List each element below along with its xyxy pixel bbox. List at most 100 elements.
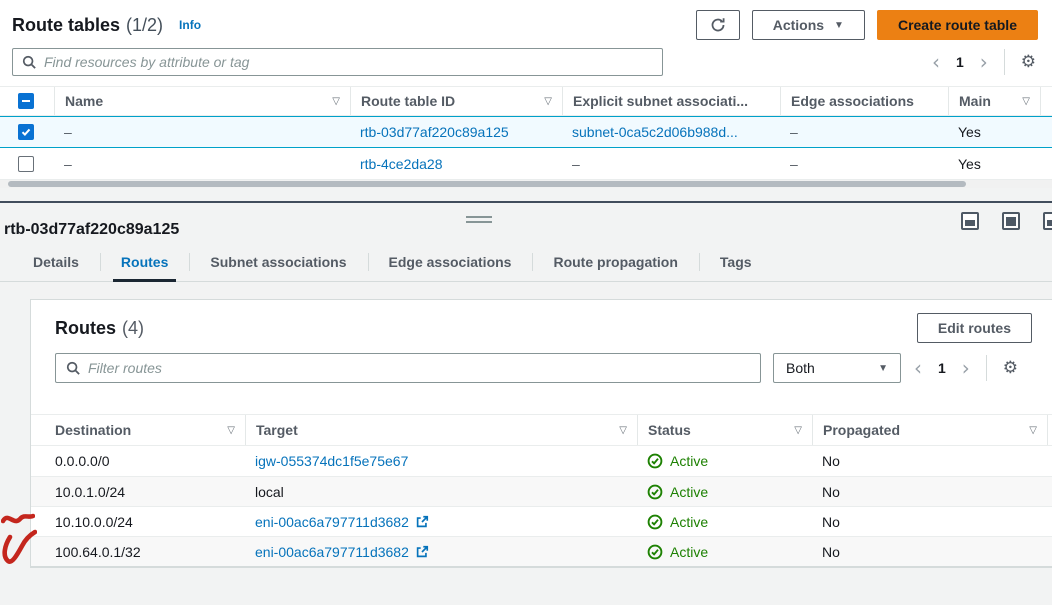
tab-routes[interactable]: Routes [100,245,189,281]
column-header-destination[interactable]: Destination ▽ [31,415,245,445]
edit-routes-button[interactable]: Edit routes [917,313,1032,343]
info-link[interactable]: Info [179,18,201,32]
refresh-button[interactable] [696,10,740,40]
routes-table: Destination ▽ Target ▽ Status ▽ Propagat… [31,414,1052,567]
cell-main: Yes [958,124,981,140]
route-row: 10.0.1.0/24 local Active No [31,476,1052,506]
full-panel-layout-icon[interactable] [1002,212,1020,230]
cell-name: – [64,156,72,172]
tab-route-propagation[interactable]: Route propagation [532,245,698,281]
column-header-target[interactable]: Target ▽ [245,415,637,445]
routes-card: Routes (4) Edit routes Both ▼ ‹ [30,299,1052,568]
external-link-icon[interactable] [415,515,429,529]
route-scope-select[interactable]: Both ▼ [773,353,901,383]
cell-target: local [255,484,284,500]
route-scope-value: Both [786,360,815,376]
cell-explicit: – [572,156,580,172]
panel-layout-switcher [961,212,1052,230]
sort-icon[interactable]: ▽ [326,96,340,107]
create-button-label: Create route table [898,17,1017,33]
status-active-icon [647,453,663,469]
cell-destination: 0.0.0.0/0 [55,453,110,469]
sort-icon[interactable]: ▽ [1016,96,1030,107]
side-panel-layout-icon[interactable] [1043,212,1052,230]
tab-subnet-associations[interactable]: Subnet associations [189,245,367,281]
cell-propagated: No [822,453,840,469]
route-row: 0.0.0.0/0 igw-055374dc1f5e75e67 Active N… [31,446,1052,476]
routes-card-title: Routes [55,318,116,339]
sort-icon[interactable]: ▽ [1023,425,1037,436]
status-text: Active [670,514,708,530]
actions-button[interactable]: Actions ▼ [752,10,865,40]
gear-icon[interactable]: ⚙ [1021,52,1036,72]
column-header-name[interactable]: Name ▽ [54,87,350,115]
chevron-down-icon: ▼ [834,20,844,31]
table-row[interactable]: – rtb-4ce2da28 – – Yes [0,148,1052,180]
routes-count: (4) [122,318,144,339]
create-route-table-button[interactable]: Create route table [877,10,1038,40]
row-checkbox-checked[interactable] [18,124,34,140]
list-table-header: Name ▽ Route table ID ▽ Explicit subnet … [0,86,1052,116]
route-table-id-link[interactable]: rtb-4ce2da28 [360,156,443,172]
subnet-association-link[interactable]: subnet-0ca5c2d06b988d... [572,124,738,140]
previous-page-icon[interactable]: ‹ [932,52,940,72]
column-header-main[interactable]: Main ▽ [948,87,1040,115]
panel-gap [0,188,1052,201]
column-label: Route table ID [361,93,455,109]
target-link[interactable]: eni-00ac6a797711d3682 [255,514,409,530]
status-text: Active [670,453,708,469]
column-header-explicit-subnet[interactable]: Explicit subnet associati... [562,87,780,115]
bottom-panel-layout-icon[interactable] [961,212,979,230]
filter-routes-input[interactable] [88,360,750,376]
tab-tags[interactable]: Tags [699,245,773,281]
route-table-id-link[interactable]: rtb-03d77af220c89a125 [360,124,509,140]
route-row: 100.64.0.1/32 eni-00ac6a797711d3682 [31,536,1052,566]
next-page-icon[interactable]: › [962,358,970,378]
sort-icon[interactable]: ▽ [788,425,802,436]
column-header-status[interactable]: Status ▽ [637,415,812,445]
cell-destination: 10.0.1.0/24 [55,484,125,500]
gear-icon[interactable]: ⚙ [1003,358,1018,378]
split-panel-drag-handle[interactable] [466,216,492,226]
target-link[interactable]: igw-055374dc1f5e75e67 [255,453,408,469]
routes-pagination: ‹ 1 › ⚙ [914,355,1032,381]
previous-page-icon[interactable]: ‹ [914,358,922,378]
select-all-checkbox[interactable] [18,93,34,109]
divider [986,355,987,381]
sort-icon[interactable]: ▽ [613,425,627,436]
current-page[interactable]: 1 [938,360,946,376]
detail-tabs: Details Routes Subnet associations Edge … [0,245,1052,282]
horizontal-scrollbar [0,180,1052,188]
cell-destination: 100.64.0.1/32 [55,544,141,560]
column-header-propagated[interactable]: Propagated ▽ [812,415,1047,445]
next-page-icon[interactable]: › [980,52,988,72]
sort-icon[interactable]: ▽ [538,96,552,107]
external-link-icon[interactable] [415,545,429,559]
column-label: Name [65,93,103,109]
cell-main: Yes [958,156,981,172]
tab-edge-associations[interactable]: Edge associations [368,245,533,281]
scrollbar-thumb[interactable] [8,181,966,187]
cell-edge: – [790,124,798,140]
status-text: Active [670,544,708,560]
search-icon [66,361,80,375]
status-active-icon [647,484,663,500]
column-header-edge-associations[interactable]: Edge associations [780,87,948,115]
search-input[interactable] [44,54,653,70]
cell-propagated: No [822,484,840,500]
page-title: Route tables [12,15,120,36]
column-header-route-table-id[interactable]: Route table ID ▽ [350,87,562,115]
cell-propagated: No [822,514,840,530]
divider [1004,49,1005,75]
column-label: Target [256,422,298,438]
sort-icon[interactable]: ▽ [221,425,235,436]
target-link[interactable]: eni-00ac6a797711d3682 [255,544,409,560]
column-label: Destination [55,422,131,438]
row-checkbox-unchecked[interactable] [18,156,34,172]
detail-split-panel: rtb-03d77af220c89a125 Details Routes Sub… [0,201,1052,605]
current-page[interactable]: 1 [956,54,964,70]
list-header: Route tables (1/2) Info Actions ▼ Create… [0,0,1052,44]
table-row[interactable]: – rtb-03d77af220c89a125 subnet-0ca5c2d06… [0,116,1052,148]
tab-details[interactable]: Details [12,245,100,281]
actions-button-label: Actions [773,17,824,33]
